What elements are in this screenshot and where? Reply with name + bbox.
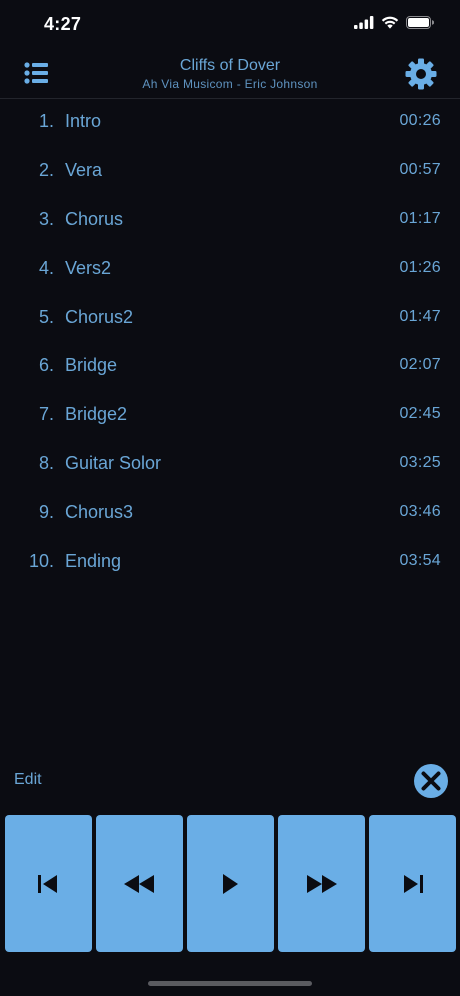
section-number: 9. — [38, 502, 54, 523]
song-subtitle: Ah Via Musicom - Eric Johnson — [142, 77, 318, 91]
section-name: Intro — [65, 111, 102, 131]
section-name: Vera — [65, 159, 103, 180]
fast-forward-icon — [306, 874, 337, 893]
section-name: Bridge — [65, 355, 118, 376]
rewind-button[interactable] — [96, 815, 183, 952]
song-title: Cliffs of Dover — [179, 57, 281, 74]
battery-icon — [406, 16, 434, 29]
close-icon[interactable] — [414, 764, 448, 798]
section-number: 3. — [38, 208, 54, 229]
section-time: 00:57 — [399, 160, 441, 178]
section-time: 03:25 — [399, 454, 441, 472]
list-item[interactable]: 3. Chorus 01:17 — [0, 196, 460, 245]
section-time: 01:26 — [399, 258, 441, 276]
fast-forward-button[interactable] — [278, 815, 365, 952]
section-number: 6. — [38, 355, 54, 376]
play-icon — [223, 873, 239, 894]
transport-controls — [5, 815, 456, 952]
list-item[interactable]: 8. Guitar Solor 03:25 — [0, 440, 460, 489]
section-number: 2. — [38, 159, 54, 180]
section-number: 7. — [38, 404, 54, 425]
section-time: 02:45 — [399, 405, 441, 423]
section-time: 03:54 — [399, 552, 441, 570]
section-time: 01:17 — [399, 209, 441, 227]
section-name: Ending — [65, 551, 122, 572]
section-number: 5. — [38, 306, 54, 327]
section-time: 00:26 — [399, 112, 441, 129]
section-number: 4. — [38, 257, 54, 278]
list-item[interactable]: 1. Intro 00:26 — [0, 98, 460, 147]
status-time: 4:27 — [44, 14, 82, 34]
home-indicator[interactable] — [148, 981, 312, 986]
section-time: 02:07 — [399, 356, 441, 374]
section-time: 03:46 — [399, 503, 441, 521]
list-item[interactable]: 2. Vera 00:57 — [0, 147, 460, 196]
skip-previous-button[interactable] — [5, 815, 92, 952]
section-number: 1. — [38, 111, 54, 131]
list-item[interactable]: 6. Bridge 02:07 — [0, 342, 460, 391]
gear-icon[interactable] — [405, 58, 437, 90]
list-item[interactable]: 4. Vers2 01:26 — [0, 245, 460, 294]
nav-bar: Cliffs of Dover Ah Via Musicom - Eric Jo… — [0, 50, 460, 99]
status-icons — [354, 16, 434, 29]
rewind-icon — [124, 874, 155, 893]
play-button[interactable] — [187, 815, 274, 952]
edit-button[interactable]: Edit — [14, 771, 42, 789]
skip-next-icon — [403, 874, 423, 893]
list-item[interactable]: 5. Chorus2 01:47 — [0, 294, 460, 343]
section-name: Chorus2 — [65, 306, 134, 327]
section-name: Vers2 — [65, 257, 112, 278]
section-name: Chorus — [65, 208, 124, 229]
skip-next-button[interactable] — [369, 815, 456, 952]
list-item[interactable]: 7. Bridge2 02:45 — [0, 391, 460, 440]
section-name: Guitar Solor — [65, 453, 162, 474]
section-name: Bridge2 — [65, 404, 128, 425]
skip-previous-icon — [38, 874, 58, 893]
screen: 4:27 Cliffs of Dover Ah Via Musicom - Er… — [0, 0, 460, 996]
cellular-signal-icon — [354, 16, 374, 29]
list-item[interactable]: 10. Ending 03:54 — [0, 538, 460, 587]
section-number: 8. — [38, 453, 54, 474]
section-list: 1. Intro 00:26 2. Vera 00:57 3. Chorus 0… — [0, 98, 460, 587]
status-bar: 4:27 — [0, 0, 460, 50]
section-time: 01:47 — [399, 307, 441, 325]
section-name: Chorus3 — [65, 502, 134, 523]
wifi-icon — [381, 16, 399, 29]
list-item[interactable]: 9. Chorus3 03:46 — [0, 489, 460, 538]
section-number: 10. — [28, 551, 54, 572]
